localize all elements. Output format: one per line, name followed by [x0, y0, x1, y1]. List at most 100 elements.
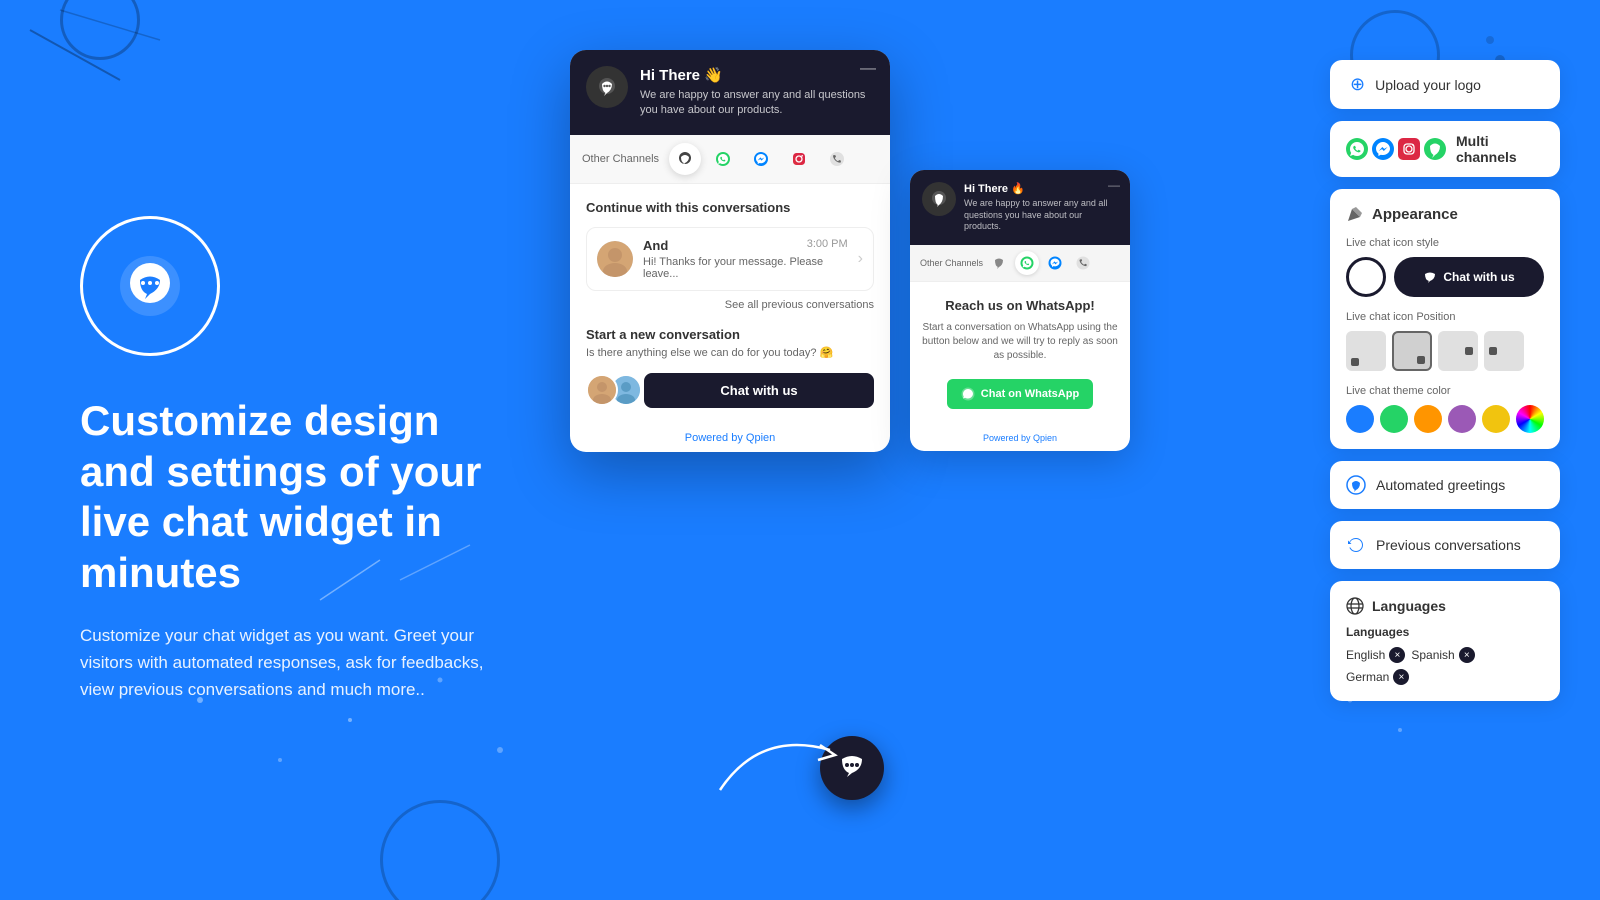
languages-title: Languages [1372, 598, 1446, 614]
multi-channels-card: Multi channels [1330, 121, 1560, 177]
left-panel: Customize design and settings of your li… [0, 0, 560, 900]
icon-style-label: Live chat icon style [1346, 237, 1544, 249]
wa-minimize-icon[interactable]: — [1108, 178, 1120, 192]
wa-channels-bar: Other Channels [910, 245, 1130, 282]
multi-channels-label: Multi channels [1456, 133, 1544, 165]
wa-chat-btn[interactable]: Chat on WhatsApp [947, 379, 1093, 409]
channel-messenger-btn[interactable] [745, 143, 777, 175]
lang-german: German × [1346, 669, 1409, 685]
conversation-message: Hi! Thanks for your message. Please leav… [643, 256, 848, 280]
chat-body: Continue with this conversations And 3:0… [570, 184, 890, 424]
channels-bar: Other Channels [570, 135, 890, 184]
color-green[interactable] [1380, 405, 1408, 433]
right-panel: ⊕ Upload your logo [1330, 60, 1560, 701]
upload-icon: ⊕ [1350, 74, 1365, 95]
position-options [1346, 331, 1544, 371]
messenger-channel-icon [1372, 138, 1394, 160]
conversation-time: 3:00 PM [807, 238, 848, 253]
color-label: Live chat theme color [1346, 385, 1544, 397]
channel-instagram-btn[interactable] [783, 143, 815, 175]
page-headline: Customize design and settings of your li… [80, 396, 500, 598]
lang-german-remove[interactable]: × [1393, 669, 1409, 685]
color-custom[interactable] [1516, 405, 1544, 433]
chat-with-us-button[interactable]: Chat with us [644, 373, 874, 408]
lang-german-label: German [1346, 670, 1389, 684]
upload-logo-label: Upload your logo [1375, 77, 1481, 93]
icon-opt-circle[interactable] [1346, 257, 1386, 297]
logo-circle [80, 216, 220, 356]
chat-header-text: Hi There 👋 We are happy to answer any an… [640, 66, 874, 119]
wa-header-icon [922, 182, 956, 216]
whatsapp-channel-icon [1346, 138, 1368, 160]
color-purple[interactable] [1448, 405, 1476, 433]
languages-icon [1346, 597, 1364, 615]
wa-body: Reach us on WhatsApp! Start a conversati… [910, 282, 1130, 425]
wa-reach-title: Reach us on WhatsApp! [922, 298, 1118, 313]
lang-spanish-label: Spanish [1411, 648, 1454, 662]
color-blue[interactable] [1346, 405, 1374, 433]
previous-conversations-icon [1346, 535, 1366, 555]
wa-channel-chat-btn[interactable] [987, 251, 1011, 275]
wa-chat-btn-label: Chat on WhatsApp [981, 388, 1079, 400]
chat-header-icon [586, 66, 628, 108]
main-chat-widget: Hi There 👋 We are happy to answer any an… [570, 50, 890, 452]
minimize-icon[interactable]: — [860, 60, 876, 78]
page-subtext: Customize your chat widget as you want. … [80, 622, 500, 704]
channel-icons [1346, 138, 1446, 160]
arrow-decoration [700, 710, 850, 810]
upload-logo-button[interactable]: ⊕ Upload your logo [1330, 60, 1560, 109]
pos-center-right[interactable] [1438, 331, 1478, 371]
conversation-details: And 3:00 PM Hi! Thanks for your message.… [643, 238, 848, 280]
previous-conversations-label: Previous conversations [1376, 537, 1521, 553]
conversation-avatar [597, 241, 633, 277]
wa-subtitle: We are happy to answer any and all quest… [964, 198, 1118, 233]
wa-greeting: Hi There 🔥 [964, 182, 1118, 195]
color-orange[interactable] [1414, 405, 1442, 433]
icon-opt-chat-with-us[interactable]: Chat with us [1394, 257, 1544, 297]
continue-section-title: Continue with this conversations [586, 200, 874, 215]
automated-greetings-label: Automated greetings [1376, 477, 1505, 493]
channel-phone-btn[interactable] [821, 143, 853, 175]
see-all-link[interactable]: See all previous conversations [586, 299, 874, 311]
lang-spanish-remove[interactable]: × [1459, 647, 1475, 663]
automated-greetings-button[interactable]: Automated greetings [1330, 461, 1560, 509]
appearance-header: Appearance [1346, 205, 1544, 223]
pos-center-left[interactable] [1484, 331, 1524, 371]
previous-conversations-button[interactable]: Previous conversations [1330, 521, 1560, 569]
pos-bottom-right[interactable] [1392, 331, 1432, 371]
languages-sublabel: Languages [1346, 625, 1544, 639]
powered-by: Powered by Qpien [570, 424, 890, 452]
wa-channel-messenger-btn[interactable] [1043, 251, 1067, 275]
languages-header: Languages [1346, 597, 1544, 615]
channel-chat-btn[interactable] [669, 143, 701, 175]
livechat-channel-icon [1424, 138, 1446, 160]
agent-avatars [586, 374, 634, 406]
appearance-card: Appearance Live chat icon style Chat wit… [1330, 189, 1560, 449]
pos-bottom-left[interactable] [1346, 331, 1386, 371]
icon-opt-chat-label: Chat with us [1443, 270, 1514, 284]
wa-header: Hi There 🔥 We are happy to answer any an… [910, 170, 1130, 245]
agent-avatar-1 [586, 374, 618, 406]
automated-greetings-icon [1346, 475, 1366, 495]
lang-english-remove[interactable]: × [1389, 647, 1405, 663]
wa-channel-phone-btn[interactable] [1071, 251, 1095, 275]
chat-with-us-row: Chat with us [586, 373, 874, 408]
chat-greeting: Hi There 👋 [640, 66, 874, 84]
wa-channels-label: Other Channels [920, 258, 983, 268]
chat-header: Hi There 👋 We are happy to answer any an… [570, 50, 890, 135]
appearance-title: Appearance [1372, 206, 1458, 223]
lang-english-label: English [1346, 648, 1385, 662]
chevron-right-icon: › [858, 250, 863, 268]
lang-english: English × [1346, 647, 1405, 663]
icon-style-options: Chat with us [1346, 257, 1544, 297]
chat-subtitle: We are happy to answer any and all quest… [640, 88, 874, 119]
instagram-channel-icon [1398, 138, 1420, 160]
channels-label: Other Channels [582, 153, 659, 165]
new-conv-sub: Is there anything else we can do for you… [586, 346, 874, 359]
new-conv-title: Start a new conversation [586, 327, 874, 342]
color-yellow[interactable] [1482, 405, 1510, 433]
wa-channel-whatsapp-btn[interactable] [1015, 251, 1039, 275]
lang-spanish: Spanish × [1411, 647, 1474, 663]
conversation-item[interactable]: And 3:00 PM Hi! Thanks for your message.… [586, 227, 874, 291]
channel-whatsapp-btn[interactable] [707, 143, 739, 175]
